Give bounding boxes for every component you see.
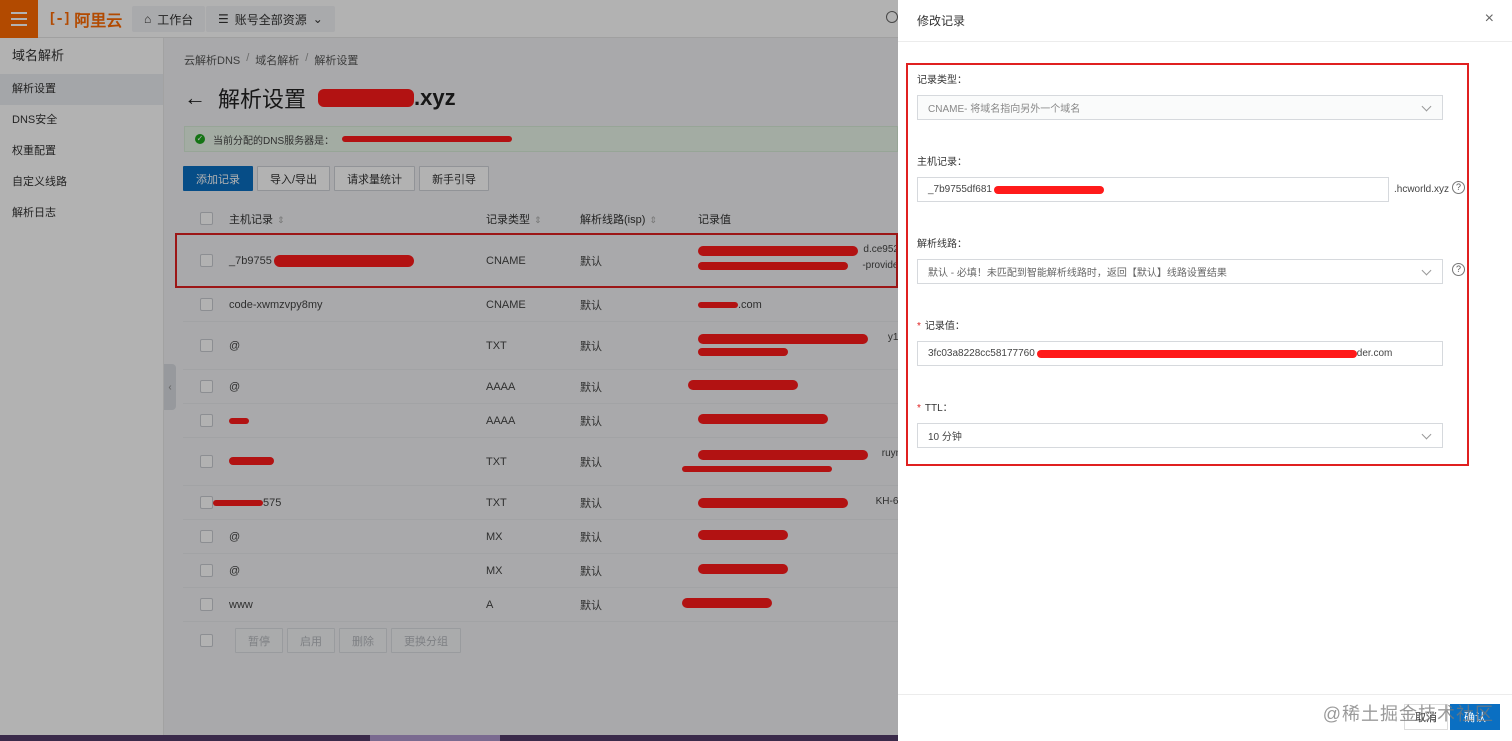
ttl-value: 10 分钟 (928, 432, 962, 443)
modal-overlay[interactable] (0, 0, 898, 741)
redaction (1036, 349, 1357, 358)
host-value: _7b9755df681 (928, 184, 992, 195)
record-type-value: CNAME- 将域名指向另外一个域名 (928, 104, 1081, 115)
value-tail: der.com (1356, 348, 1393, 359)
drawer-title: 修改记录 (917, 14, 966, 28)
ttl-label: * TTL： (917, 403, 953, 414)
watermark: @稀土掘金技术社区 (1322, 704, 1494, 724)
record-type-select[interactable]: CNAME- 将域名指向另外一个域名 (917, 95, 1443, 120)
host-suffix: .hcworld.xyz (1394, 184, 1450, 195)
host-input[interactable]: _7b9755df681 (917, 177, 1389, 202)
host-label: 主机记录： (917, 157, 967, 168)
edit-record-drawer: 修改记录 × 记录类型： CNAME- 将域名指向另外一个域名 主机记录： _7… (898, 0, 1512, 741)
redaction (993, 185, 1104, 194)
line-value: 默认 - 必填！未匹配到智能解析线路时，返回【默认】线路设置结果 (928, 268, 1227, 279)
help-icon[interactable]: ? (1452, 181, 1465, 194)
help-icon[interactable]: ? (1452, 263, 1465, 276)
taskbar-strip (0, 735, 898, 741)
line-label: 解析线路： (917, 239, 967, 250)
record-type-label: 记录类型： (917, 75, 967, 86)
close-icon[interactable]: × (1485, 10, 1494, 28)
ttl-select[interactable]: 10 分钟 (917, 423, 1443, 448)
value-text: 3fc03a8228cc58177760 (928, 348, 1035, 359)
value-label: * 记录值： (917, 321, 965, 332)
value-input[interactable]: 3fc03a8228cc58177760 der.com (917, 341, 1443, 366)
line-select[interactable]: 默认 - 必填！未匹配到智能解析线路时，返回【默认】线路设置结果 (917, 259, 1443, 284)
